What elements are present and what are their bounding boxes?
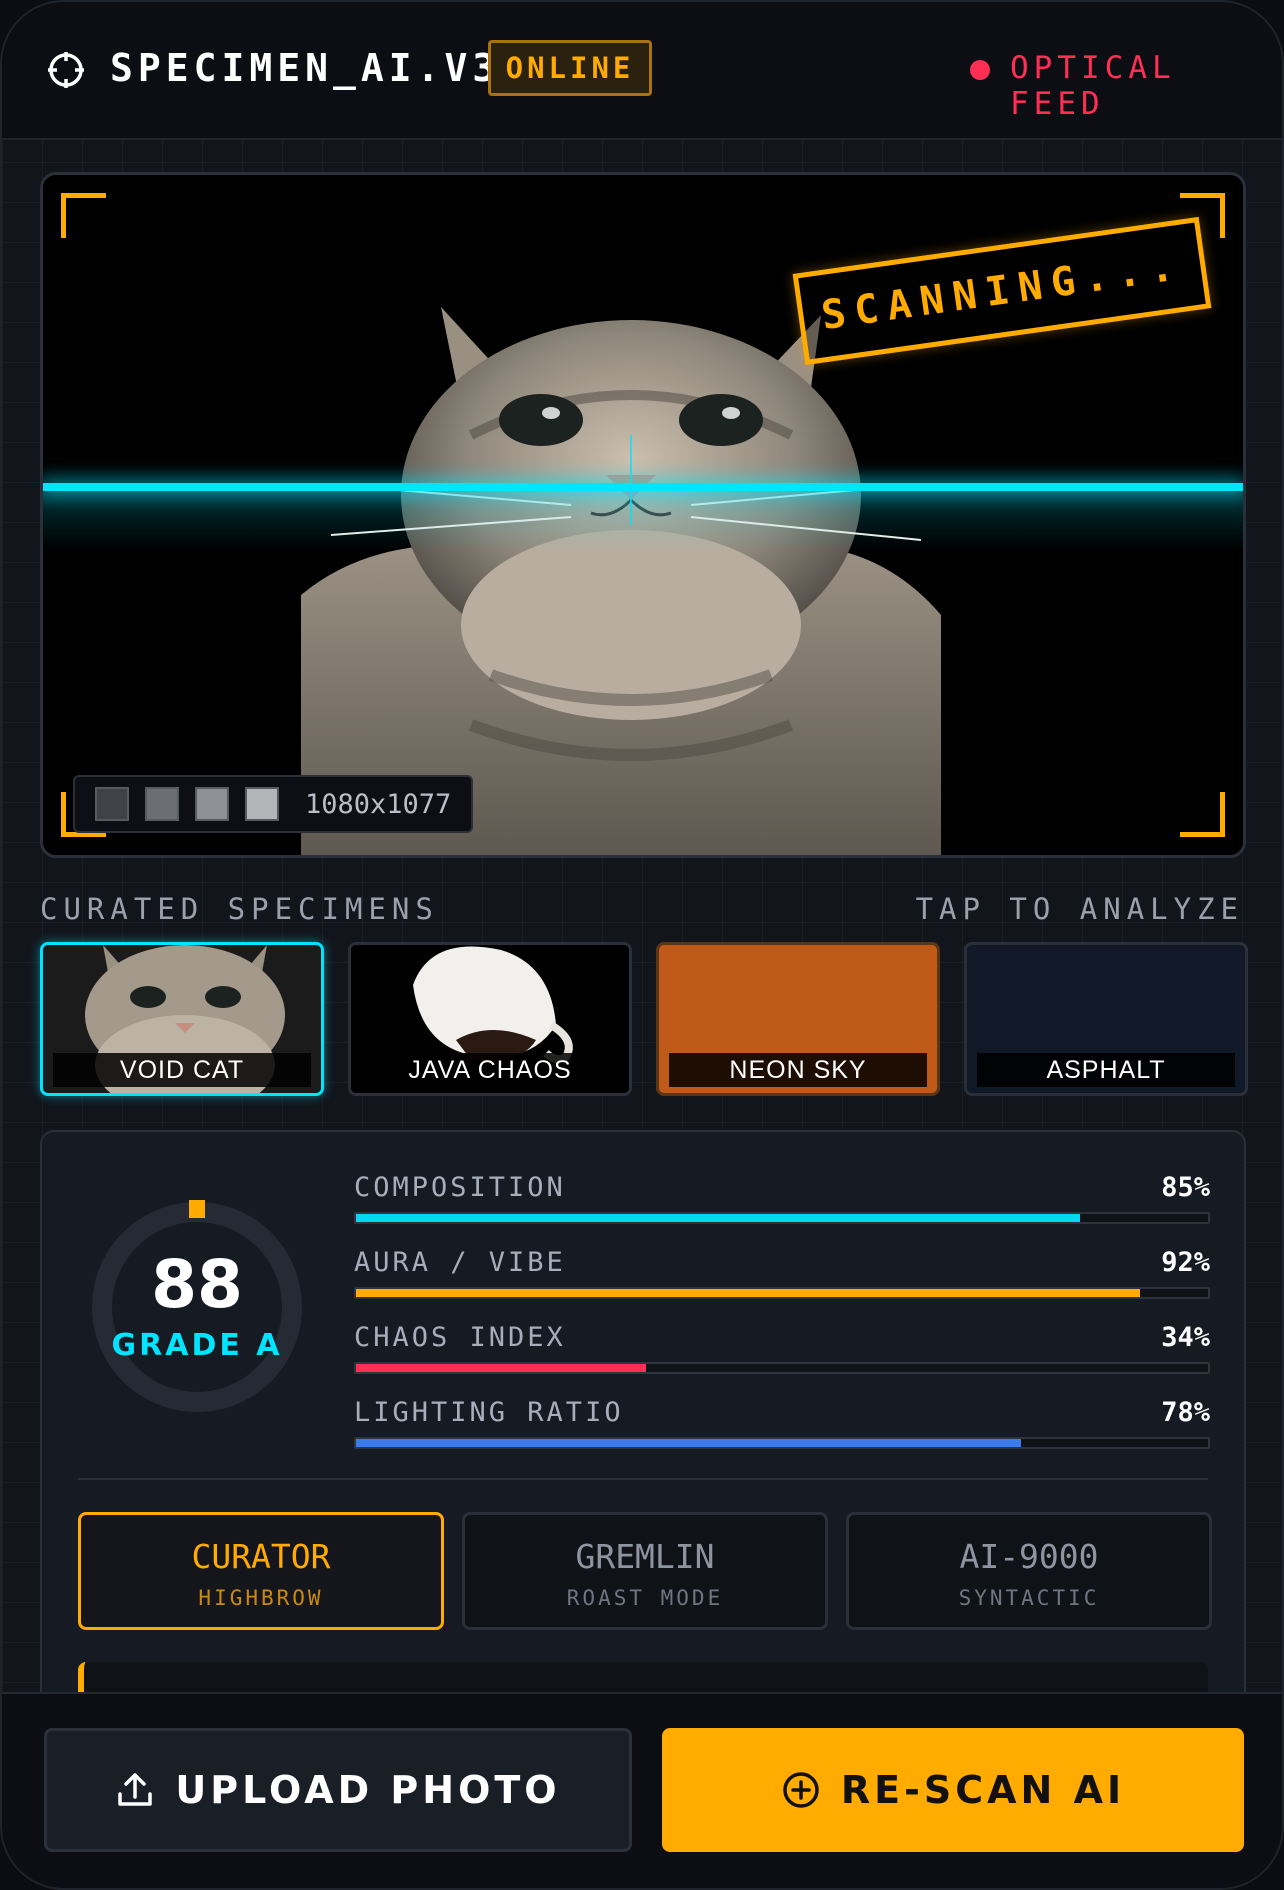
specimens-heading: CURATED SPECIMENS [40,892,439,926]
mode-title: CURATOR [191,1537,331,1576]
scanning-status-tag: SCANNING... [792,216,1212,366]
metric-label: CHAOS INDEX [354,1322,566,1353]
mode-curator-button[interactable]: CURATOR HIGHBROW [78,1512,444,1630]
specimens-hint: TAP TO ANALYZE [915,892,1244,926]
top-bar: SPECIMEN_AI.V3 ONLINE OPTICAL FEED [2,2,1282,140]
thumb-label: ASPHALT [977,1053,1235,1087]
metric-fill [356,1289,1140,1297]
specimen-thumb-void-cat[interactable]: VOID CAT [40,942,324,1096]
mode-ai-9000-button[interactable]: AI-9000 SYNTACTIC [846,1512,1212,1630]
metric-chaos-index: CHAOS INDEX 34% [354,1322,1210,1382]
palette-swatch [95,787,129,821]
upload-label: UPLOAD PHOTO [175,1768,561,1812]
rescan-label: RE-SCAN AI [840,1768,1126,1812]
resolution-label: 1080x1077 [305,788,452,820]
grade-label: GRADE A [111,1328,283,1363]
bottom-action-bar: UPLOAD PHOTO RE-SCAN AI [2,1692,1282,1888]
thumb-label: VOID CAT [53,1053,311,1087]
palette-swatch [245,787,279,821]
metric-fill [356,1364,646,1372]
mode-subtitle: SYNTACTIC [958,1586,1100,1610]
metric-value: 78% [1161,1397,1210,1428]
plus-circle-icon [781,1770,821,1810]
palette-swatch [195,787,229,821]
image-viewer[interactable]: SCANNING... 1080x1077 [40,172,1246,858]
crosshair-icon [48,52,84,88]
mode-gremlin-button[interactable]: GREMLIN ROAST MODE [462,1512,828,1630]
thumb-label: NEON SKY [669,1053,927,1087]
scan-glow [43,491,1243,551]
mode-subtitle: HIGHBROW [198,1586,324,1610]
metric-label: COMPOSITION [354,1172,566,1203]
status-badge: ONLINE [488,40,652,96]
score-value: 88 [151,1246,243,1323]
metric-lighting-ratio: LIGHTING RATIO 78% [354,1397,1210,1457]
mode-title: GREMLIN [575,1537,715,1576]
live-indicator-dot [970,60,990,80]
upload-icon [115,1770,155,1810]
feed-label: OPTICAL FEED [1010,50,1176,122]
color-palette-readout: 1080x1077 [73,775,473,833]
scan-line [43,483,1243,491]
mode-title: AI-9000 [959,1537,1099,1576]
app-title: SPECIMEN_AI.V3 [110,46,501,90]
metric-fill [356,1439,1021,1447]
metric-value: 85% [1161,1172,1210,1203]
rescan-ai-button[interactable]: RE-SCAN AI [662,1728,1244,1852]
gauge-marker [189,1200,205,1218]
specimen-thumb-neon-sky[interactable]: NEON SKY [656,942,940,1096]
frame-corner-top-right [1180,193,1225,238]
metric-composition: COMPOSITION 85% [354,1172,1210,1232]
specimen-photo [301,307,941,855]
upload-photo-button[interactable]: UPLOAD PHOTO [44,1728,632,1852]
app-shell: SPECIMEN_AI.V3 ONLINE OPTICAL FEED SCANN… [0,0,1284,1890]
metric-aura-vibe: AURA / VIBE 92% [354,1247,1210,1307]
metric-label: LIGHTING RATIO [354,1397,624,1428]
mode-subtitle: ROAST MODE [566,1586,724,1610]
palette-swatch [145,787,179,821]
metric-track [354,1362,1210,1374]
analysis-panel: 88 GRADE A COMPOSITION 85% AURA / VIBE 9… [40,1130,1246,1782]
specimen-thumb-asphalt[interactable]: ASPHALT [964,942,1248,1096]
metric-label: AURA / VIBE [354,1247,566,1278]
metric-track [354,1437,1210,1449]
panel-divider [78,1478,1208,1480]
thumb-label: JAVA CHAOS [361,1053,619,1087]
metric-track [354,1212,1210,1224]
frame-corner-bottom-right [1180,792,1225,837]
metric-fill [356,1214,1081,1222]
metric-track [354,1287,1210,1299]
frame-corner-top-left [61,193,106,238]
metric-value: 92% [1161,1247,1210,1278]
specimen-thumb-java-chaos[interactable]: JAVA CHAOS [348,942,632,1096]
metric-value: 34% [1161,1322,1210,1353]
